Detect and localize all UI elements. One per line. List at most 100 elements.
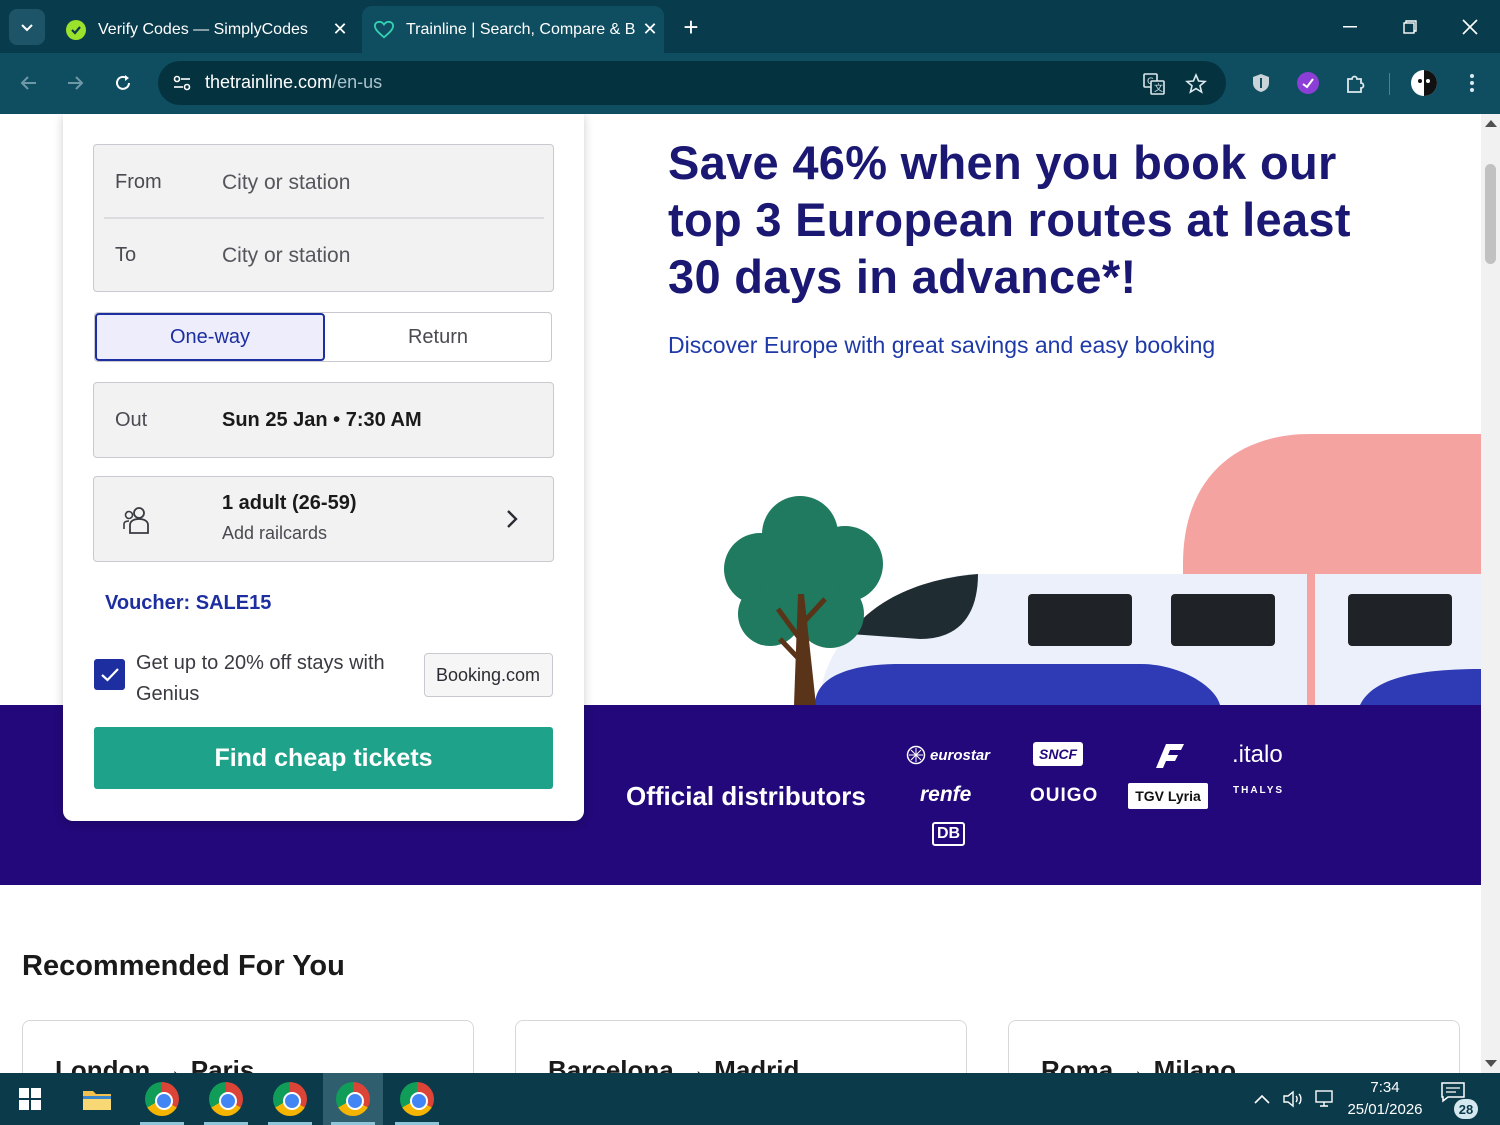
passengers-icon [123, 507, 149, 534]
out-label: Out [115, 409, 148, 431]
profile-avatar[interactable] [1408, 67, 1440, 99]
chrome-icon [209, 1082, 243, 1116]
checkmark-icon [100, 667, 119, 682]
restore-icon [1403, 19, 1417, 34]
out-value: Sun 25 Jan • 7:30 AM [222, 409, 422, 431]
route-card[interactable]: London → Paris [22, 1020, 474, 1073]
arrow-right-icon [68, 76, 84, 90]
chrome-window-active[interactable] [323, 1073, 383, 1125]
from-label: From [115, 171, 162, 193]
site-info-icon[interactable] [168, 69, 196, 97]
restore-button[interactable] [1380, 0, 1440, 53]
notification-count-badge: 28 [1454, 1099, 1478, 1119]
tab-title: Verify Codes — SimplyCodes [98, 20, 308, 38]
shield-extension-icon[interactable] [1245, 67, 1277, 99]
chrome-window-3[interactable] [260, 1073, 320, 1125]
purple-extension-icon[interactable] [1292, 67, 1324, 99]
genius-checkbox[interactable] [94, 659, 125, 690]
notification-center-button[interactable]: 28 [1440, 1081, 1480, 1121]
chevron-up-icon [1254, 1094, 1270, 1104]
toolbar-divider [1389, 73, 1390, 95]
new-tab-button[interactable]: + [676, 12, 706, 42]
close-window-button[interactable] [1440, 0, 1500, 53]
tab-simplycodes[interactable]: Verify Codes — SimplyCodes ✕ [54, 6, 354, 53]
address-bar[interactable]: thetrainline.com/en-us G文 [158, 61, 1226, 105]
reload-button[interactable] [107, 67, 139, 99]
to-field[interactable]: To City or station [94, 219, 553, 292]
recommended-title: Recommended For You [22, 950, 345, 982]
close-icon [1462, 18, 1478, 35]
svg-text:文: 文 [1154, 82, 1163, 94]
journey-search-widget: From City or station To City or station … [63, 114, 584, 821]
close-tab-icon[interactable]: ✕ [326, 19, 354, 40]
hero-title: Save 46% when you book our top 3 Europea… [668, 136, 1351, 303]
chrome-icon [145, 1082, 179, 1116]
thalys-logo: THALYS [1233, 785, 1285, 796]
from-input[interactable]: City or station [222, 171, 350, 195]
eurostar-logo: eurostar [906, 745, 990, 765]
bookmark-star-icon[interactable] [1183, 71, 1209, 97]
to-label: To [115, 244, 137, 266]
page-scrollbar[interactable] [1481, 114, 1500, 1073]
trainline-page: Save 46% when you book our top 3 Europea… [0, 114, 1481, 1073]
outbound-date-field[interactable]: Out Sun 25 Jan • 7:30 AM [93, 382, 554, 458]
sncf-logo: SNCF [1033, 742, 1084, 766]
tgv-lyria-logo: TGV Lyria [1128, 783, 1208, 809]
route-name: London → Paris [55, 1055, 255, 1073]
minimize-button[interactable] [1320, 0, 1380, 53]
file-explorer-button[interactable] [67, 1073, 127, 1125]
to-input[interactable]: City or station [222, 244, 350, 268]
url-host: thetrainline.com [205, 72, 333, 92]
route-name: Roma → Milano [1041, 1055, 1237, 1073]
scrollbar-thumb[interactable] [1485, 164, 1496, 264]
one-way-option[interactable]: One-way [95, 313, 325, 361]
return-option[interactable]: Return [325, 313, 551, 361]
route-card[interactable]: Barcelona → Madrid [515, 1020, 967, 1073]
genius-offer-text: Get up to 20% off stays with Genius [136, 652, 385, 705]
volume-icon[interactable] [1280, 1073, 1306, 1125]
chrome-icon [273, 1082, 307, 1116]
passengers-value: 1 adult (26-59) [222, 492, 357, 514]
chevron-right-icon [507, 510, 518, 528]
show-hidden-icons-button[interactable] [1250, 1073, 1274, 1125]
renfe-logo: renfe [920, 783, 972, 806]
scroll-down-arrow-icon[interactable] [1485, 1060, 1497, 1067]
chrome-icon [400, 1082, 434, 1116]
chrome-window-1[interactable] [132, 1073, 192, 1125]
tab-title: Trainline | Search, Compare & B [406, 20, 636, 38]
translate-icon[interactable]: G文 [1141, 71, 1167, 97]
chrome-window-2[interactable] [196, 1073, 256, 1125]
extensions-puzzle-icon[interactable] [1340, 67, 1372, 99]
from-field[interactable]: From City or station [94, 145, 553, 218]
reload-icon [116, 75, 130, 90]
italo-logo: .italo [1232, 741, 1283, 768]
browser-menu-icon[interactable] [1456, 67, 1488, 99]
chrome-window-5[interactable] [387, 1073, 447, 1125]
network-icon[interactable] [1312, 1073, 1338, 1125]
scroll-up-arrow-icon[interactable] [1485, 120, 1497, 127]
db-logo: DB [932, 822, 966, 846]
booking-com-badge: Booking.com [424, 653, 553, 697]
folder-icon [83, 1091, 111, 1110]
windows-logo-icon [19, 1088, 41, 1110]
back-button[interactable] [13, 67, 45, 99]
browser-tab-bar: Verify Codes — SimplyCodes ✕ Trainline |… [0, 0, 1500, 53]
passengers-field[interactable]: 1 adult (26-59) Add railcards [93, 476, 554, 562]
close-tab-icon[interactable]: ✕ [636, 19, 664, 40]
add-railcards-label: Add railcards [222, 523, 328, 543]
url-text: thetrainline.com/en-us [205, 72, 382, 93]
find-cheap-tickets-button[interactable]: Find cheap tickets [94, 727, 553, 789]
route-card[interactable]: Roma → Milano [1008, 1020, 1460, 1073]
eurostar-star-icon [906, 745, 926, 765]
voucher-code: Voucher: SALE15 [105, 592, 272, 614]
start-button[interactable] [0, 1073, 60, 1125]
clock-date: 25/01/2026 [1347, 1101, 1423, 1118]
system-clock[interactable]: 7:34 25/01/2026 [1340, 1077, 1430, 1121]
distributors-label: Official distributors [626, 781, 866, 811]
browser-toolbar: thetrainline.com/en-us G文 [0, 53, 1500, 114]
tab-trainline[interactable]: Trainline | Search, Compare & B ✕ [362, 6, 664, 53]
simplycodes-favicon-icon [66, 19, 86, 40]
route-name: Barcelona → Madrid [548, 1055, 800, 1073]
tab-search-button[interactable] [9, 9, 45, 45]
forward-button[interactable] [59, 67, 91, 99]
